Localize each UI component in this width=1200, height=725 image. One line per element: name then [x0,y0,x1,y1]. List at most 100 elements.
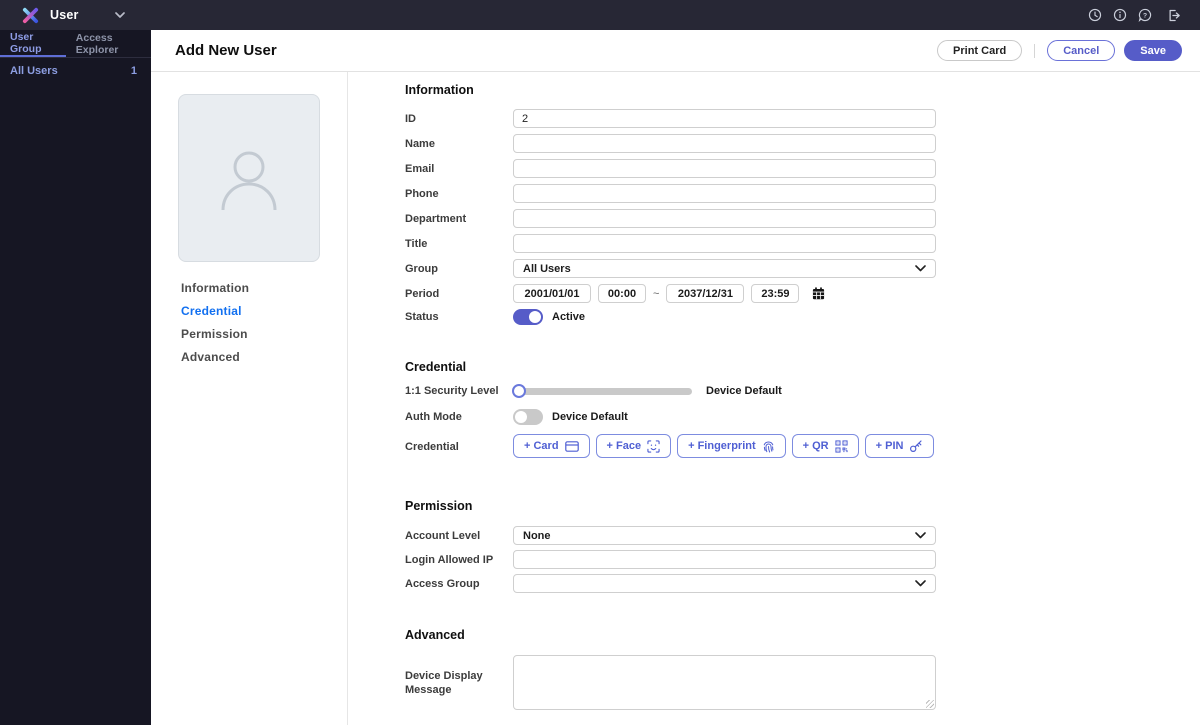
topbar-icons: ? [1087,8,1186,23]
add-face-label: + Face [606,440,642,452]
topbar: User ? [0,0,1200,30]
card-icon [564,440,579,452]
access-group-label: Access Group [405,577,480,590]
sidebar-item-all-users[interactable]: All Users 1 [0,58,151,83]
form-row-security-level: 1:1 Security Level Device Default [405,383,965,398]
account-level-select[interactable]: None [513,526,936,545]
department-input[interactable] [513,209,936,228]
form-row-phone: Phone [405,184,965,203]
help-circle-icon[interactable]: ? [1137,8,1152,23]
app-logo-icon [22,7,39,24]
form-row-title: Title [405,234,965,253]
qr-code-icon [835,439,848,453]
add-face-button[interactable]: + Face [595,434,672,458]
title-label: Title [405,237,428,250]
sidebar: User Group Access Explorer All Users 1 [0,30,151,725]
period-label: Period [405,287,440,300]
group-select[interactable]: All Users [513,259,936,278]
form-row-department: Department [405,209,965,228]
group-label: Group [405,262,438,275]
app-window: User ? User Group Access Explorer All Us… [0,0,1200,725]
group-select-value: All Users [523,262,571,275]
period-start-date-input[interactable] [513,284,591,303]
add-fingerprint-label: + Fingerprint [688,440,756,452]
info-circle-icon[interactable] [1112,8,1127,23]
nav-item-credential[interactable]: Credential [181,305,249,318]
auth-mode-toggle[interactable] [513,409,543,425]
toggle-knob [529,311,541,323]
form-row-period: Period ~ [405,284,965,303]
add-qr-label: + QR [802,440,829,452]
page-header: Add New User Print Card Cancel Save [151,30,1200,72]
form-row-credential: Credential + Card + Face + Fingerprint +… [405,434,965,458]
nav-item-information[interactable]: Information [181,282,249,295]
title-input[interactable] [513,234,936,253]
status-value: Active [552,311,586,323]
id-label: ID [405,112,416,125]
form-row-login-ip: Login Allowed IP [405,550,965,569]
user-summary-panel: Information Credential Permission Advanc… [151,72,348,725]
add-pin-button[interactable]: + PIN [864,434,935,458]
security-level-label: 1:1 Security Level [405,385,499,397]
tab-user-group[interactable]: User Group [0,30,66,57]
login-ip-input[interactable] [513,550,936,569]
form-row-group: Group All Users [405,259,965,278]
add-qr-button[interactable]: + QR [791,434,859,458]
period-separator: ~ [653,287,660,300]
form-row-device-message: Device Display Message [405,655,965,710]
sidebar-item-label: All Users [10,64,58,77]
form-row-email: Email [405,159,965,178]
slider-handle[interactable] [512,383,526,398]
status-toggle[interactable] [513,309,543,325]
form-row-status: Status Active [405,309,965,325]
header-actions: Print Card Cancel Save [937,40,1182,61]
add-pin-label: + PIN [875,440,904,452]
main-panel: Add New User Print Card Cancel Save Info… [151,30,1200,725]
name-input[interactable] [513,134,936,153]
app-menu[interactable]: User [39,8,125,22]
period-end-date-input[interactable] [666,284,745,303]
security-level-value: Device Default [706,385,782,397]
period-controls: ~ [513,284,825,303]
period-start-time-input[interactable] [598,284,646,303]
section-nav: Information Credential Permission Advanc… [181,282,249,364]
user-photo-placeholder[interactable] [178,94,320,262]
auth-mode-value: Device Default [552,411,628,423]
form-row-id: ID [405,109,965,128]
auth-mode-label: Auth Mode [405,411,462,423]
sidebar-tabs: User Group Access Explorer [0,30,151,58]
toggle-knob [515,411,527,423]
nav-item-advanced[interactable]: Advanced [181,351,249,364]
device-message-label: Device Display Message [405,669,483,696]
device-message-textarea[interactable] [513,655,936,710]
status-label: Status [405,311,439,323]
id-input[interactable] [513,109,936,128]
add-card-label: + Card [524,440,559,452]
email-input[interactable] [513,159,936,178]
resize-grip[interactable] [926,700,934,708]
form-row-access-group: Access Group [405,574,965,593]
credential-buttons: + Card + Face + Fingerprint + QR + PIN [513,434,935,458]
phone-input[interactable] [513,184,936,203]
nav-item-permission[interactable]: Permission [181,328,249,341]
section-heading-credential: Credential [405,360,467,374]
account-level-label: Account Level [405,529,481,542]
sidebar-item-count: 1 [130,64,137,77]
history-clock-icon[interactable] [1087,8,1102,23]
save-button[interactable]: Save [1124,40,1182,61]
login-ip-label: Login Allowed IP [405,553,494,566]
cancel-button[interactable]: Cancel [1047,40,1116,61]
add-fingerprint-button[interactable]: + Fingerprint [677,434,786,458]
security-level-slider[interactable] [512,383,692,398]
period-end-time-input[interactable] [751,284,800,303]
logout-icon[interactable] [1167,8,1182,23]
account-level-value: None [523,529,551,542]
add-card-button[interactable]: + Card [513,434,590,458]
access-group-select[interactable] [513,574,936,593]
key-icon [909,439,923,453]
fingerprint-icon [762,440,775,453]
print-card-button[interactable]: Print Card [937,40,1023,61]
calendar-icon[interactable] [812,287,825,300]
section-heading-advanced: Advanced [405,628,465,642]
tab-access-explorer[interactable]: Access Explorer [66,30,151,57]
